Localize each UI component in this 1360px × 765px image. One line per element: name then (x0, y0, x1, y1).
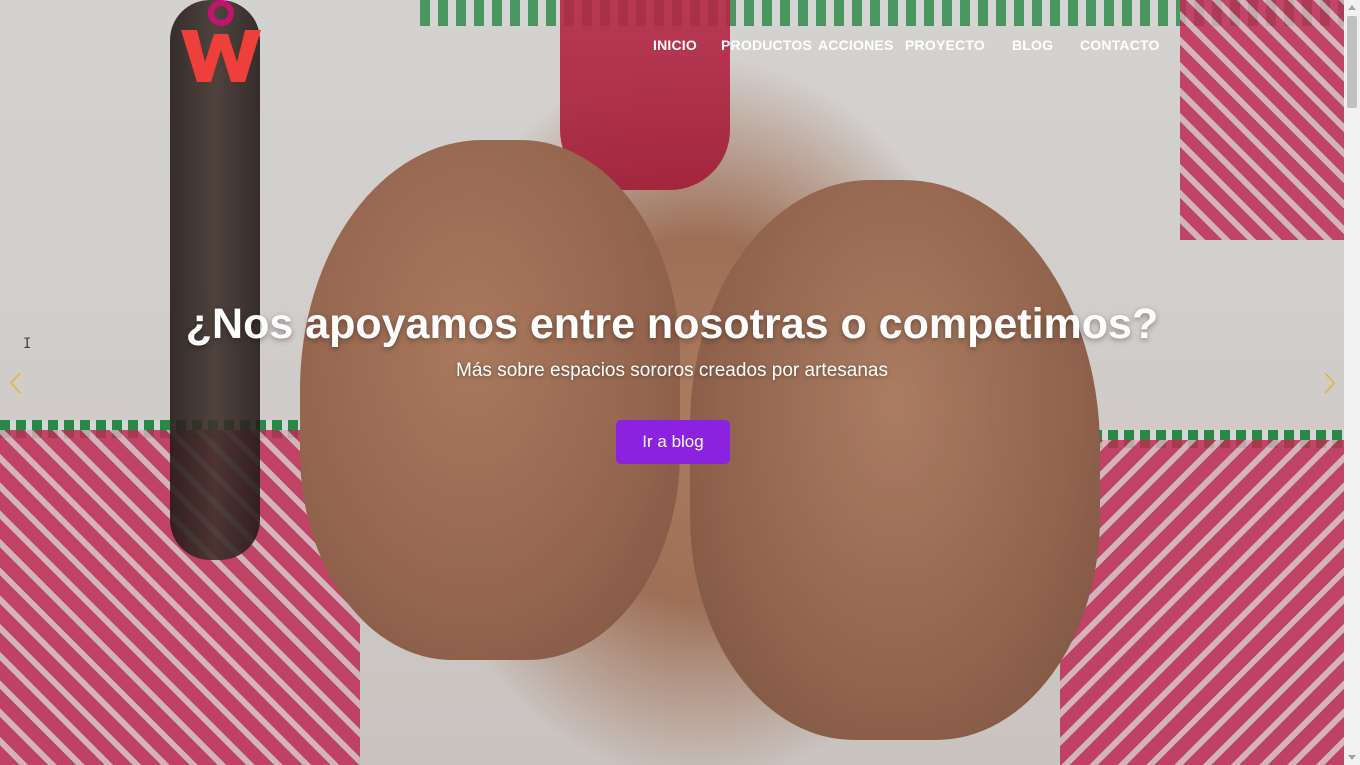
nav-item-acciones[interactable]: ACCIONES (818, 37, 894, 53)
go-to-blog-button[interactable]: Ir a blog (616, 420, 730, 464)
main-nav: INICIO PRODUCTOS ACCIONES PROYECTO BLOG … (0, 37, 1344, 57)
nav-item-contacto[interactable]: CONTACTO (1080, 37, 1160, 53)
scroll-down-icon[interactable] (1348, 755, 1356, 760)
page-scrollbar[interactable] (1344, 0, 1360, 765)
scrollbar-thumb[interactable] (1347, 16, 1357, 108)
hero-subheadline: Más sobre espacios sororos creados por a… (456, 360, 888, 381)
hero-background-image (0, 0, 1344, 765)
nav-item-productos[interactable]: PRODUCTOS (721, 37, 812, 53)
nav-item-blog[interactable]: BLOG (1012, 37, 1053, 53)
nav-item-proyecto[interactable]: PROYECTO (905, 37, 985, 53)
nav-item-inicio[interactable]: INICIO (653, 37, 697, 53)
scroll-up-icon[interactable] (1348, 5, 1356, 10)
hero-headline: ¿Nos apoyamos entre nosotras o competimo… (185, 300, 1159, 348)
